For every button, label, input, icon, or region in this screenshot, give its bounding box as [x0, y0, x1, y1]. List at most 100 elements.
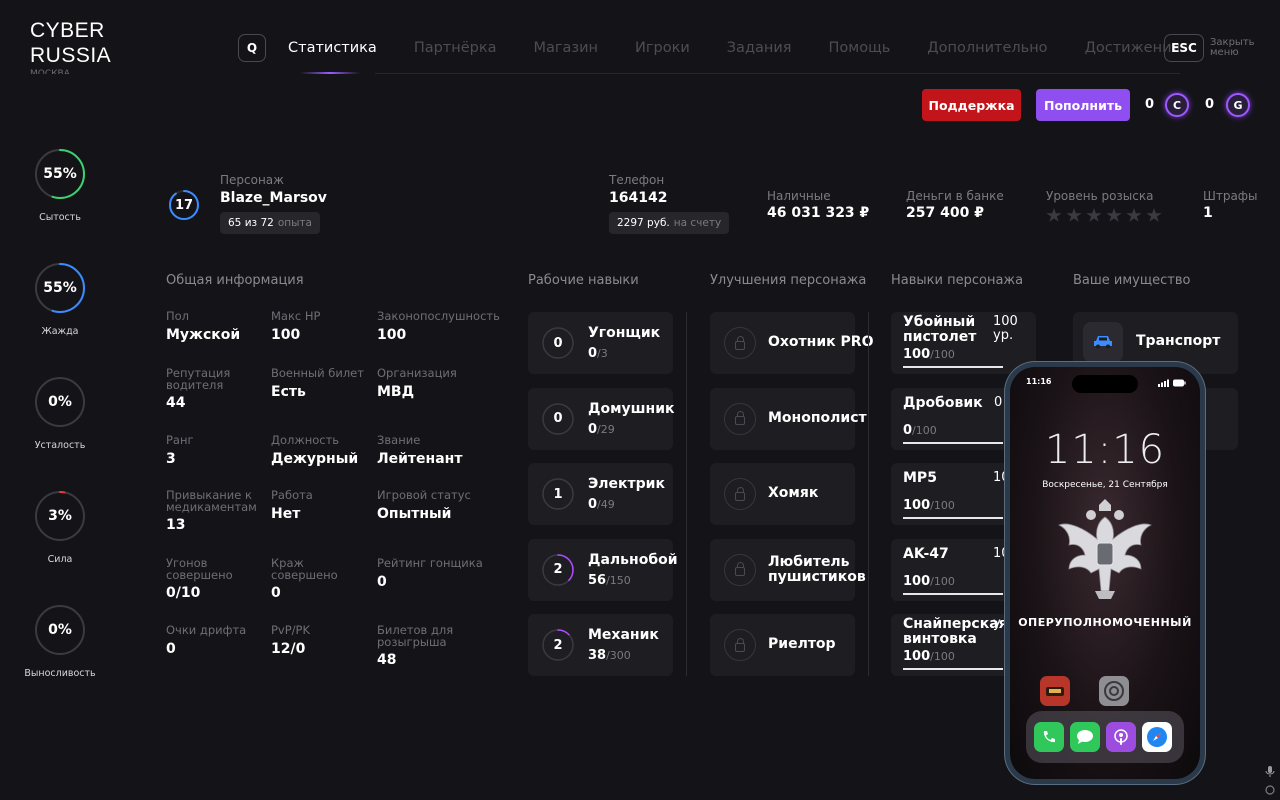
work-skill-card[interactable]: 1 Электрик 0/49: [528, 463, 673, 525]
esc-button[interactable]: ESC: [1164, 34, 1204, 62]
info-value: 12/0: [271, 640, 306, 657]
work-skill-card[interactable]: 2 Механик 38/300: [528, 614, 673, 676]
need-value: 55%: [43, 280, 77, 296]
info-value: 0/10: [166, 585, 201, 601]
level-value: 17: [174, 197, 194, 213]
skill-progress-max: /150: [606, 573, 631, 587]
info-item: Макс HP 100: [271, 310, 371, 343]
weapon-skill-card[interactable]: Убойный пистолет 100 ур. 100/100: [891, 312, 1036, 374]
upgrade-card[interactable]: Хомяк: [710, 463, 855, 525]
skill-progress-value: 38: [588, 648, 607, 663]
upgrade-card[interactable]: Охотник PRO: [710, 312, 873, 374]
active-tab-indicator: [300, 72, 360, 74]
skill-name: Механик: [588, 627, 659, 643]
tab-help[interactable]: Помощь: [829, 38, 891, 58]
experience-value: 65 из 72: [228, 217, 274, 229]
casino-app-icon[interactable]: [1040, 676, 1070, 706]
star-icon: [1086, 208, 1102, 222]
skill-level-ring: 0: [542, 402, 574, 435]
skill-name: Электрик: [588, 476, 665, 492]
work-skill-card[interactable]: 2 Дальнобой 56/150: [528, 538, 678, 601]
dynamic-island: [1072, 375, 1138, 393]
info-label: Пол: [166, 309, 190, 323]
cash-value: 46 031 323 ₽: [767, 205, 870, 221]
weapon-name: Убойный пистолет: [903, 314, 977, 345]
upgrade-card[interactable]: Монополист: [710, 387, 867, 450]
info-value: Есть: [271, 383, 306, 400]
info-label: PvP/PK: [271, 623, 311, 637]
info-item: Ранг 3: [166, 434, 266, 467]
tab-players[interactable]: Игроки: [635, 38, 690, 58]
work-skill-card[interactable]: 0 Угонщик 0/3: [528, 312, 673, 374]
info-item: Репутация водителя 44: [166, 367, 266, 411]
work-skill-card[interactable]: 0 Домушник 0/29: [528, 387, 675, 450]
lock-icon: [724, 327, 756, 359]
info-label: Звание: [377, 433, 421, 447]
weapon-progress-max: /100: [930, 574, 955, 588]
tab-shop[interactable]: Магазин: [534, 38, 599, 58]
info-item: Должность Дежурный: [271, 434, 371, 466]
support-button[interactable]: Поддержка: [922, 89, 1021, 121]
tab-partners[interactable]: Партнёрка: [414, 38, 497, 58]
need-ring: 55%: [34, 262, 86, 314]
info-label: Краж совершено: [271, 556, 338, 582]
tab-statistics[interactable]: Статистика: [288, 38, 377, 58]
skill-level-ring: 2: [542, 553, 574, 586]
info-value: 0: [377, 573, 387, 590]
need-value: 0%: [48, 394, 72, 410]
currency-g-icon: G: [1226, 93, 1250, 117]
info-value: 3: [166, 450, 176, 467]
bank-value: 257 400 ₽: [906, 205, 984, 221]
fines-value: 1: [1203, 205, 1213, 221]
section-general-title: Общая информация: [166, 273, 304, 288]
topup-button[interactable]: Пополнить: [1036, 89, 1130, 121]
info-value: 48: [377, 652, 397, 668]
weapon-progress-value: 100: [903, 498, 931, 513]
info-item: Организация МВД: [377, 367, 507, 400]
info-value: МВД: [377, 383, 415, 400]
need-ring: 55%: [34, 148, 86, 200]
weapon-progress-max: /100: [930, 499, 955, 512]
info-value: 44: [166, 395, 186, 411]
phone-overlay[interactable]: 11:16 11:16 Воскресенье, 21 Сентября ОПЕ…: [1005, 362, 1205, 784]
settings-app-icon[interactable]: [1099, 676, 1129, 706]
logo-subtitle: МОСКВА: [30, 69, 70, 74]
weapon-progress-max: /100: [930, 650, 955, 663]
skill-level: 2: [553, 562, 563, 577]
tab-tasks[interactable]: Задания: [727, 38, 792, 58]
upgrade-card[interactable]: Любитель пушистиков: [710, 538, 866, 601]
need-value: 55%: [43, 166, 77, 182]
wallpaper-title: ОПЕРУПОЛНОМОЧЕННЫЙ: [1018, 616, 1192, 629]
safari-app-icon[interactable]: [1142, 722, 1172, 752]
close-menu-label[interactable]: Закрыть меню: [1210, 38, 1270, 58]
messages-app-icon[interactable]: [1070, 722, 1100, 752]
skill-progress-max: /29: [597, 422, 615, 436]
weapon-level: 100 ур.: [993, 314, 1018, 343]
need-ring: 3%: [34, 490, 86, 542]
lock-icon-shape: [735, 562, 745, 576]
info-value: 100: [271, 326, 301, 343]
info-value: 100: [377, 326, 407, 343]
info-label: Очки дрифта: [166, 623, 247, 637]
search-button[interactable]: Q: [238, 34, 266, 62]
weapon-progress-max: /100: [912, 423, 937, 437]
weapon-progress-bar: [903, 668, 1003, 670]
podcasts-app-icon[interactable]: [1106, 722, 1136, 752]
phone-app-icon[interactable]: [1034, 722, 1064, 752]
upgrade-name: Риелтор: [768, 636, 836, 652]
signal-battery-icon: [1158, 379, 1186, 387]
phone-label: Телефон: [609, 173, 665, 187]
lock-icon-shape: [735, 637, 745, 652]
microphone-icon: [1265, 766, 1275, 795]
star-icon: [1046, 208, 1062, 222]
info-item: Военный билет Есть: [271, 367, 371, 400]
tab-additional[interactable]: Дополнительно: [927, 38, 1047, 58]
skill-level: 1: [553, 486, 563, 502]
upgrade-card[interactable]: Риелтор: [710, 614, 855, 676]
logo-line-2: RUSSIA: [30, 44, 112, 67]
weapon-progress-bar: [903, 592, 1003, 595]
logo: CYBER RUSSIA: [30, 18, 111, 68]
lock-icon: [724, 402, 756, 435]
phone-date: Воскресенье, 21 Сентября: [1042, 480, 1168, 490]
upgrade-name: Хомяк: [768, 485, 819, 501]
